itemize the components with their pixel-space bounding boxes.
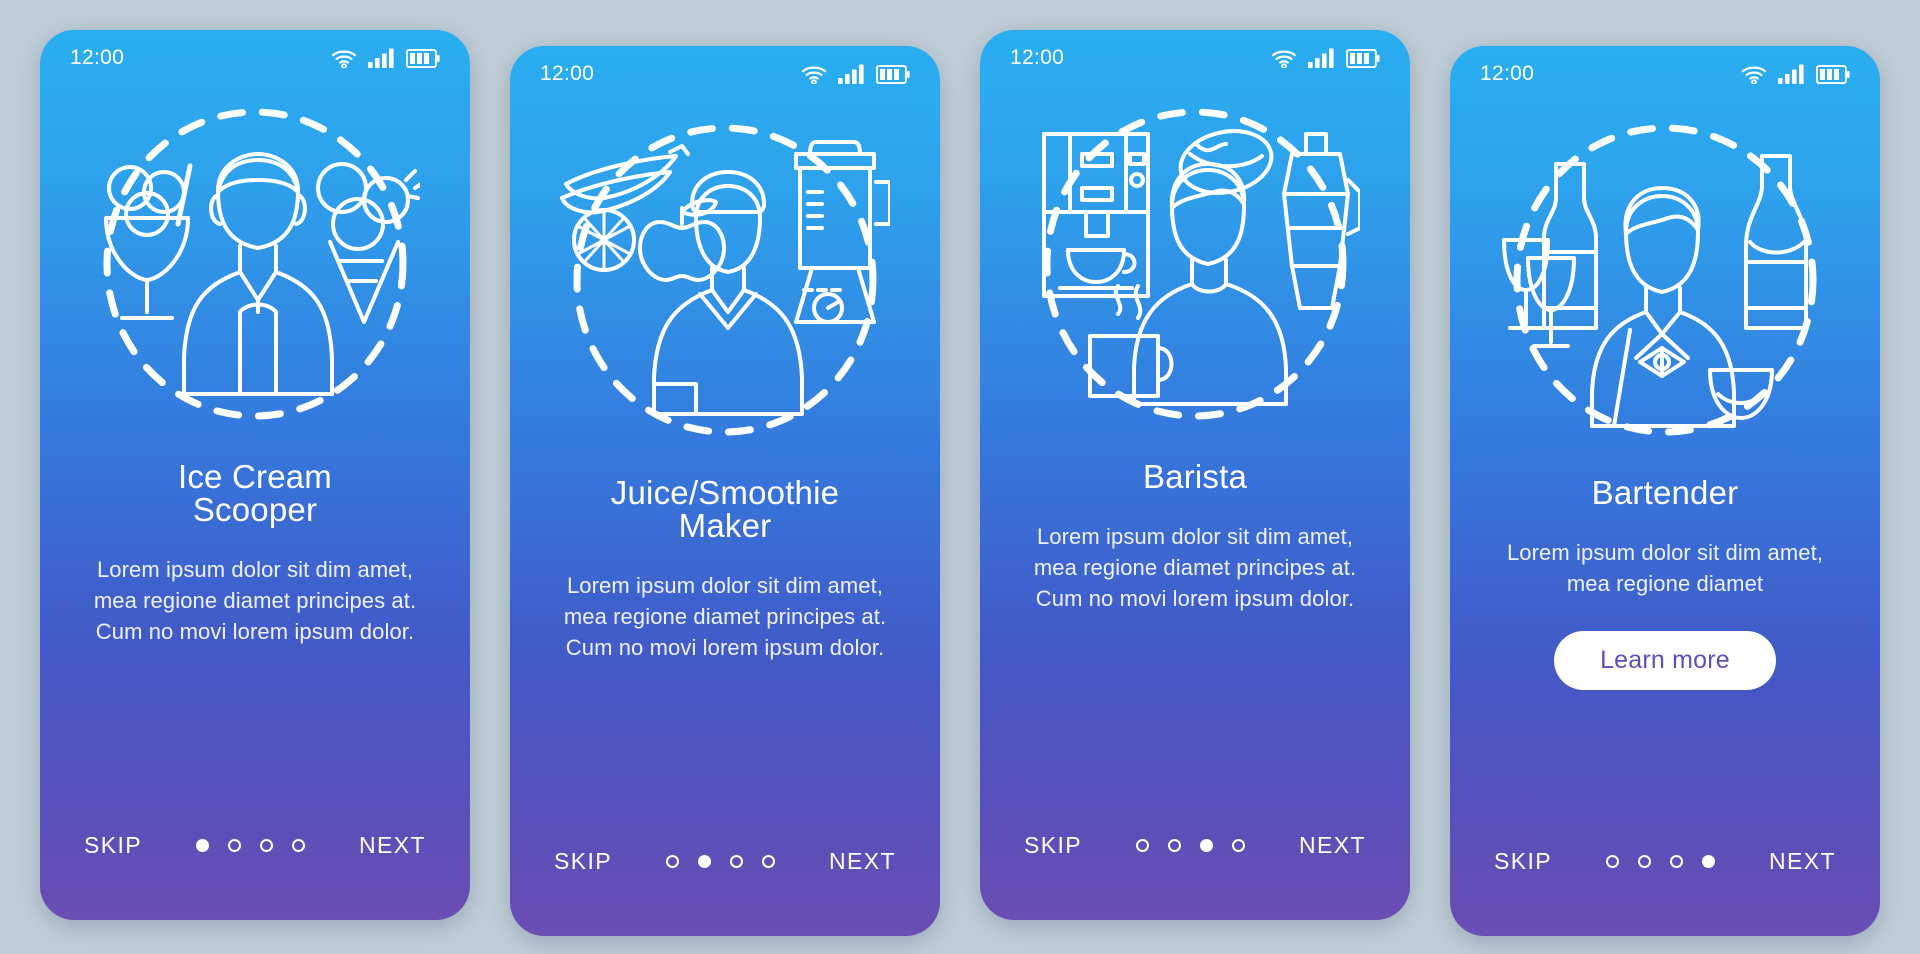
- illustration-area: [40, 86, 470, 446]
- pagination-dot-2[interactable]: [698, 854, 712, 868]
- page-description: Lorem ipsum dolor sit dim amet, mea regi…: [563, 573, 887, 661]
- onboarding-footer: SKIP NEXT: [510, 786, 940, 936]
- pagination-dot-2[interactable]: [1168, 838, 1182, 852]
- onboarding-screens-stage: 12:00 Ice Cream Scooper Lorem ipsum dolo…: [0, 0, 1920, 954]
- skip-button[interactable]: SKIP: [84, 832, 142, 859]
- pagination-dot-1[interactable]: [666, 854, 680, 868]
- next-button[interactable]: NEXT: [1769, 848, 1836, 875]
- pagination-dot-1[interactable]: [196, 838, 210, 852]
- status-bar: 12:00: [1450, 46, 1880, 102]
- status-icons: [1271, 48, 1380, 68]
- signal-bars-icon: [1308, 48, 1334, 68]
- bartender-illustration: [1502, 124, 1817, 436]
- skip-button[interactable]: SKIP: [1024, 832, 1082, 859]
- onboarding-screen-barista: 12:00 Barista Lorem ipsum dolor sit dim …: [980, 30, 1410, 920]
- wifi-icon: [331, 50, 357, 68]
- pagination-dot-4[interactable]: [1232, 838, 1246, 852]
- illustration-area: [510, 102, 940, 462]
- page-description: Lorem ipsum dolor sit dim amet, mea regi…: [1033, 524, 1357, 612]
- learn-more-button[interactable]: Learn more: [1554, 631, 1776, 691]
- onboarding-screen-ice-cream-scooper: 12:00 Ice Cream Scooper Lorem ipsum dolo…: [40, 30, 470, 920]
- page-title: Ice Cream Scooper: [177, 458, 332, 528]
- status-time: 12:00: [540, 62, 595, 85]
- status-icons: [1741, 64, 1850, 84]
- screen-content: Barista Lorem ipsum dolor sit dim amet, …: [980, 446, 1410, 770]
- status-bar: 12:00: [40, 30, 470, 86]
- pagination-dot-3[interactable]: [1200, 838, 1214, 852]
- status-bar: 12:00: [510, 46, 940, 102]
- pagination-dots: [196, 838, 306, 852]
- next-button[interactable]: NEXT: [1299, 832, 1366, 859]
- skip-button[interactable]: SKIP: [554, 848, 612, 875]
- juice-smoothie-maker-illustration: [560, 124, 890, 436]
- illustration-area: [980, 86, 1410, 446]
- status-time: 12:00: [1480, 62, 1535, 85]
- onboarding-footer: SKIP NEXT: [1450, 786, 1880, 936]
- page-title: Barista: [1142, 458, 1248, 495]
- pagination-dot-3[interactable]: [260, 838, 274, 852]
- page-description: Lorem ipsum dolor sit dim amet, mea regi…: [1506, 540, 1824, 597]
- next-button[interactable]: NEXT: [359, 832, 426, 859]
- wifi-icon: [801, 66, 827, 84]
- pagination-dot-3[interactable]: [730, 854, 744, 868]
- battery-icon: [406, 49, 440, 68]
- page-title: Juice/Smoothie Maker: [610, 474, 840, 544]
- page-description: Lorem ipsum dolor sit dim amet, mea regi…: [93, 557, 417, 645]
- screen-content: Bartender Lorem ipsum dolor sit dim amet…: [1450, 462, 1880, 786]
- pagination-dot-2[interactable]: [1638, 854, 1652, 868]
- signal-bars-icon: [1778, 64, 1804, 84]
- onboarding-footer: SKIP NEXT: [980, 770, 1410, 920]
- screen-content: Ice Cream Scooper Lorem ipsum dolor sit …: [40, 446, 470, 770]
- signal-bars-icon: [368, 48, 394, 68]
- pagination-dot-4[interactable]: [762, 854, 776, 868]
- pagination-dot-4[interactable]: [292, 838, 306, 852]
- status-bar: 12:00: [980, 30, 1410, 86]
- pagination-dot-1[interactable]: [1136, 838, 1150, 852]
- status-icons: [801, 64, 910, 84]
- status-time: 12:00: [1010, 46, 1065, 69]
- screen-content: Juice/Smoothie Maker Lorem ipsum dolor s…: [510, 462, 940, 786]
- pagination-dots: [1136, 838, 1246, 852]
- page-title: Bartender: [1591, 474, 1739, 511]
- illustration-area: [1450, 102, 1880, 462]
- pagination-dots: [1606, 854, 1716, 868]
- onboarding-screen-juice-smoothie-maker: 12:00 Juice/Smoothie Maker Lorem ipsum d…: [510, 46, 940, 936]
- battery-icon: [1816, 65, 1850, 84]
- onboarding-screen-bartender: 12:00 Bartender Lorem ipsum dolor sit di…: [1450, 46, 1880, 936]
- onboarding-footer: SKIP NEXT: [40, 770, 470, 920]
- pagination-dot-2[interactable]: [228, 838, 242, 852]
- barista-illustration: [1042, 108, 1360, 420]
- pagination-dot-3[interactable]: [1670, 854, 1684, 868]
- pagination-dots: [666, 854, 776, 868]
- pagination-dot-4[interactable]: [1702, 854, 1716, 868]
- pagination-dot-1[interactable]: [1606, 854, 1620, 868]
- battery-icon: [876, 65, 910, 84]
- skip-button[interactable]: SKIP: [1494, 848, 1552, 875]
- status-time: 12:00: [70, 46, 125, 69]
- signal-bars-icon: [838, 64, 864, 84]
- wifi-icon: [1271, 50, 1297, 68]
- status-icons: [331, 48, 440, 68]
- next-button[interactable]: NEXT: [829, 848, 896, 875]
- battery-icon: [1346, 49, 1380, 68]
- wifi-icon: [1741, 66, 1767, 84]
- ice-cream-scooper-illustration: [103, 108, 420, 420]
